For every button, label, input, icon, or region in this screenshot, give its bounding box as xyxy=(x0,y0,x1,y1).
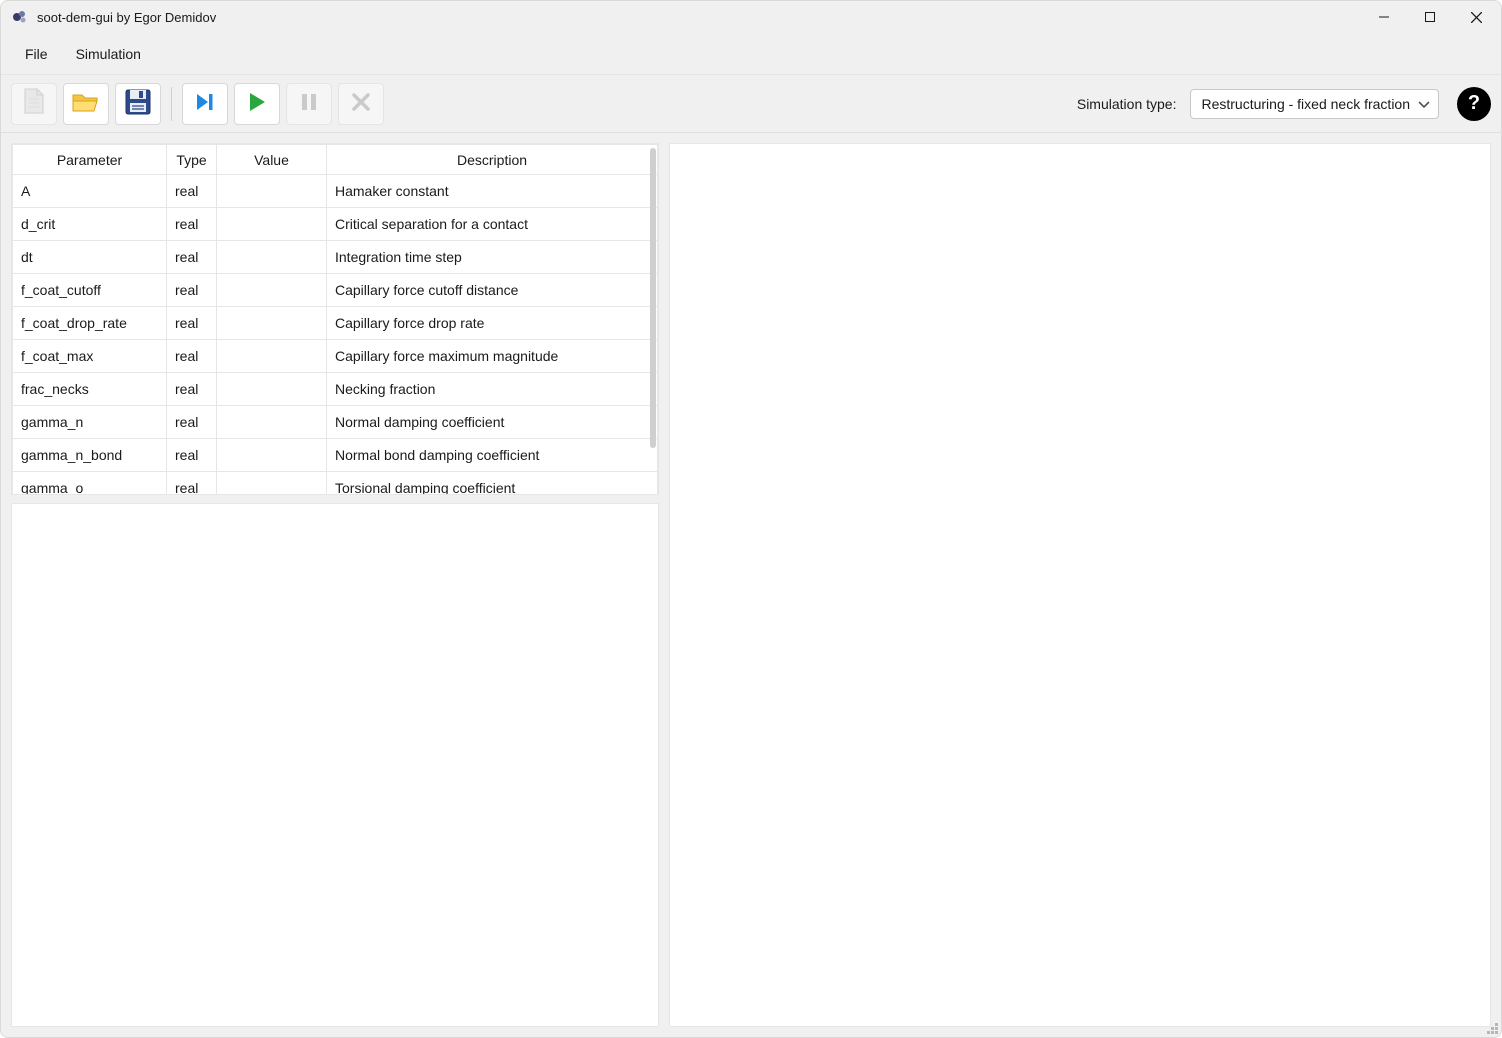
cell-value[interactable] xyxy=(217,373,327,406)
cell-value[interactable] xyxy=(217,307,327,340)
cell-value[interactable] xyxy=(217,340,327,373)
cell-description: Necking fraction xyxy=(327,373,658,406)
table-row[interactable]: gamma_nreal Normal damping coefficient xyxy=(13,406,658,439)
cell-description: Hamaker constant xyxy=(327,175,658,208)
play-icon xyxy=(247,91,267,116)
cell-description: Normal bond damping coefficient xyxy=(327,439,658,472)
table-row[interactable]: f_coat_cutoffreal Capillary force cutoff … xyxy=(13,274,658,307)
cell-type: real xyxy=(167,175,217,208)
window-title: soot-dem-gui by Egor Demidov xyxy=(37,10,216,25)
header-parameter[interactable]: Parameter xyxy=(13,145,167,175)
cell-parameter: gamma_n_bond xyxy=(13,439,167,472)
header-description[interactable]: Description xyxy=(327,145,658,175)
table-row[interactable]: gamma_n_bondreal Normal bond damping coef… xyxy=(13,439,658,472)
menu-file[interactable]: File xyxy=(11,40,62,68)
cell-value[interactable] xyxy=(217,439,327,472)
app-icon xyxy=(11,8,29,26)
cell-parameter: f_coat_cutoff xyxy=(13,274,167,307)
cell-parameter: gamma_o xyxy=(13,472,167,496)
folder-open-icon xyxy=(71,89,101,118)
stop-button[interactable] xyxy=(338,83,384,125)
cell-description: Capillary force drop rate xyxy=(327,307,658,340)
cell-description: Normal damping coefficient xyxy=(327,406,658,439)
play-button[interactable] xyxy=(234,83,280,125)
cell-type: real xyxy=(167,340,217,373)
cell-parameter: f_coat_drop_rate xyxy=(13,307,167,340)
parameters-table-panel: Parameter Type Value Description Areal Ha… xyxy=(11,143,659,495)
skip-forward-icon xyxy=(194,91,216,116)
chevron-down-icon xyxy=(1418,96,1430,112)
log-panel[interactable] xyxy=(11,503,659,1027)
viewport-panel[interactable] xyxy=(669,143,1491,1027)
cell-type: real xyxy=(167,472,217,496)
cell-parameter: d_crit xyxy=(13,208,167,241)
document-icon xyxy=(21,87,47,120)
save-button[interactable] xyxy=(115,83,161,125)
app-window: soot-dem-gui by Egor Demidov File Simula… xyxy=(0,0,1502,1038)
question-icon: ? xyxy=(1468,92,1480,115)
table-row[interactable]: Areal Hamaker constant xyxy=(13,175,658,208)
maximize-button[interactable] xyxy=(1407,1,1453,33)
header-value[interactable]: Value xyxy=(217,145,327,175)
cell-type: real xyxy=(167,373,217,406)
scrollbar-thumb[interactable] xyxy=(650,148,656,448)
close-button[interactable] xyxy=(1453,1,1499,33)
resize-grip[interactable] xyxy=(1485,1021,1499,1035)
header-type[interactable]: Type xyxy=(167,145,217,175)
simulation-type-label: Simulation type: xyxy=(1077,96,1177,112)
menu-simulation[interactable]: Simulation xyxy=(62,40,155,68)
cell-type: real xyxy=(167,274,217,307)
cell-parameter: f_coat_max xyxy=(13,340,167,373)
simulation-type-value: Restructuring - fixed neck fraction xyxy=(1201,96,1410,112)
titlebar: soot-dem-gui by Egor Demidov xyxy=(1,1,1501,33)
table-row[interactable]: f_coat_drop_ratereal Capillary force drop… xyxy=(13,307,658,340)
step-button[interactable] xyxy=(182,83,228,125)
minimize-button[interactable] xyxy=(1361,1,1407,33)
table-row[interactable]: f_coat_maxreal Capillary force maximum ma… xyxy=(13,340,658,373)
cell-parameter: frac_necks xyxy=(13,373,167,406)
cell-description: Capillary force cutoff distance xyxy=(327,274,658,307)
cell-parameter: A xyxy=(13,175,167,208)
save-icon xyxy=(124,88,152,119)
simulation-type-select[interactable]: Restructuring - fixed neck fraction xyxy=(1190,89,1439,119)
cell-parameter: dt xyxy=(13,241,167,274)
pause-button[interactable] xyxy=(286,83,332,125)
close-icon xyxy=(351,92,371,115)
cell-type: real xyxy=(167,439,217,472)
cell-value[interactable] xyxy=(217,175,327,208)
cell-description: Torsional damping coefficient xyxy=(327,472,658,496)
table-header-row: Parameter Type Value Description xyxy=(13,145,658,175)
cell-type: real xyxy=(167,406,217,439)
cell-parameter: gamma_n xyxy=(13,406,167,439)
cell-description: Critical separation for a contact xyxy=(327,208,658,241)
content-area: Parameter Type Value Description Areal Ha… xyxy=(1,133,1501,1037)
cell-value[interactable] xyxy=(217,406,327,439)
toolbar-separator xyxy=(171,87,172,121)
cell-description: Integration time step xyxy=(327,241,658,274)
cell-value[interactable] xyxy=(217,472,327,496)
table-row[interactable]: gamma_oreal Torsional damping coefficient xyxy=(13,472,658,496)
left-column: Parameter Type Value Description Areal Ha… xyxy=(11,143,659,1027)
cell-value[interactable] xyxy=(217,241,327,274)
cell-description: Capillary force maximum magnitude xyxy=(327,340,658,373)
open-button[interactable] xyxy=(63,83,109,125)
parameters-table[interactable]: Parameter Type Value Description Areal Ha… xyxy=(12,144,658,495)
window-controls xyxy=(1361,1,1499,33)
cell-type: real xyxy=(167,208,217,241)
help-button[interactable]: ? xyxy=(1457,87,1491,121)
cell-type: real xyxy=(167,241,217,274)
new-button[interactable] xyxy=(11,83,57,125)
table-row[interactable]: dtreal Integration time step xyxy=(13,241,658,274)
pause-icon xyxy=(300,92,318,115)
menubar: File Simulation xyxy=(1,33,1501,75)
table-row[interactable]: frac_necksreal Necking fraction xyxy=(13,373,658,406)
cell-type: real xyxy=(167,307,217,340)
table-row[interactable]: d_critreal Critical separation for a cont… xyxy=(13,208,658,241)
cell-value[interactable] xyxy=(217,274,327,307)
table-scrollbar[interactable] xyxy=(650,148,656,478)
cell-value[interactable] xyxy=(217,208,327,241)
toolbar: Simulation type: Restructuring - fixed n… xyxy=(1,75,1501,133)
